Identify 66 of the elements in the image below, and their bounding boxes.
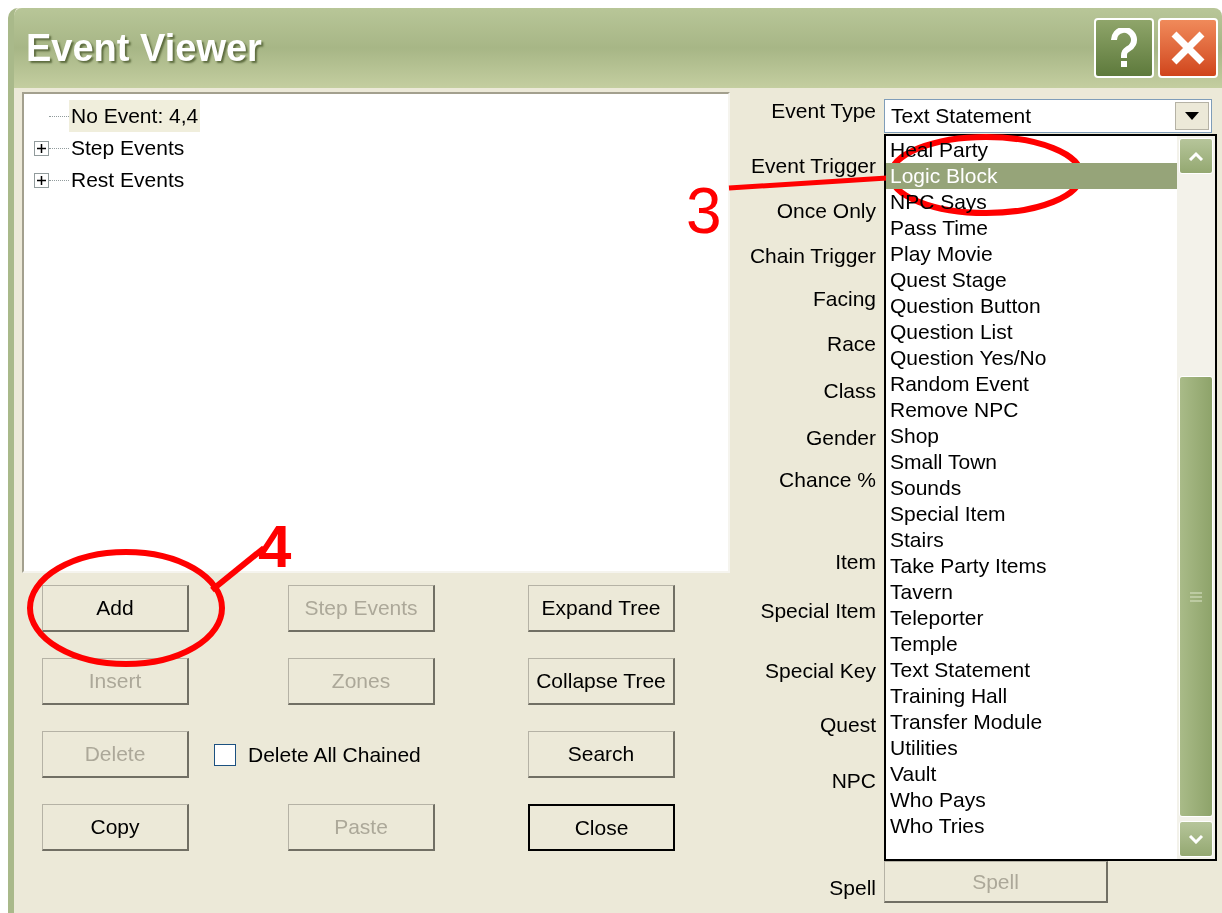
field-label: Once Only — [776, 199, 876, 223]
dropdown-option[interactable]: Random Event — [886, 371, 1177, 397]
action-button[interactable]: Expand Tree — [528, 585, 675, 632]
field-label: Special Key — [765, 659, 876, 683]
tree-item[interactable]: No Event: 4,4 — [69, 100, 201, 132]
field-label: Item — [835, 550, 876, 574]
dropdown-option[interactable]: Shop — [886, 423, 1177, 449]
help-button[interactable] — [1094, 18, 1154, 78]
dropdown-option[interactable]: Transfer Module — [886, 709, 1177, 735]
dropdown-option[interactable]: Take Party Items — [886, 553, 1177, 579]
dropdown-option[interactable]: Teleporter — [886, 605, 1177, 631]
dropdown-option[interactable]: Vault — [886, 761, 1177, 787]
dropdown-option[interactable]: Utilities — [886, 735, 1177, 761]
annotation-number: 4 — [258, 514, 292, 580]
event-type-dropdown[interactable]: Text Statement — [884, 99, 1212, 133]
annotation-number: 3 — [686, 176, 722, 246]
dropdown-option[interactable]: Stairs — [886, 527, 1177, 553]
scroll-up-button[interactable] — [1179, 138, 1213, 174]
dropdown-option[interactable]: Play Movie — [886, 241, 1177, 267]
checkbox[interactable] — [214, 743, 236, 766]
dropdown-option[interactable]: Sounds — [886, 475, 1177, 501]
field-label: NPC — [831, 769, 876, 793]
action-button[interactable]: Collapse Tree — [528, 658, 675, 705]
field-label: Chain Trigger — [749, 244, 876, 268]
field-label: Gender — [805, 426, 876, 450]
scroll-thumb[interactable] — [1179, 376, 1213, 817]
window-title: Event Viewer — [26, 25, 262, 71]
dropdown-option[interactable]: Small Town — [886, 449, 1177, 475]
dropdown-option[interactable]: Special Item — [886, 501, 1177, 527]
dropdown-option[interactable]: Question Button — [886, 293, 1177, 319]
action-button[interactable]: Copy — [42, 804, 189, 851]
chevron-up-icon — [1188, 151, 1204, 161]
chevron-down-icon — [1188, 834, 1204, 844]
close-icon — [1170, 30, 1206, 66]
dropdown-option[interactable]: Temple — [886, 631, 1177, 657]
field-label: Event Type — [771, 99, 876, 123]
dropdown-option[interactable]: Question List — [886, 319, 1177, 345]
dropdown-option[interactable]: Who Pays — [886, 787, 1177, 813]
dropdown-option[interactable]: Training Hall — [886, 683, 1177, 709]
close-button[interactable] — [1158, 18, 1218, 78]
expand-toggle-icon[interactable] — [34, 140, 49, 156]
action-button[interactable]: Add — [42, 585, 189, 632]
field-label: Special Item — [760, 599, 876, 623]
field-label: Race — [826, 332, 876, 356]
field-label: Class — [823, 379, 876, 403]
tree-item[interactable]: Step Events — [69, 132, 187, 164]
scrollbar[interactable] — [1177, 136, 1215, 859]
field-label: Event Trigger — [751, 154, 876, 178]
dropdown-option[interactable]: Text Statement — [886, 657, 1177, 683]
action-button[interactable]: Search — [528, 731, 675, 778]
field-label: Quest — [819, 713, 876, 737]
dropdown-option[interactable]: Quest Stage — [886, 267, 1177, 293]
dropdown-option[interactable]: Question Yes/No — [886, 345, 1177, 371]
field-label: Chance % — [779, 468, 876, 492]
field-label: Spell — [829, 876, 876, 900]
dropdown-option[interactable]: Tavern — [886, 579, 1177, 605]
question-mark-icon — [1110, 28, 1138, 68]
checkbox-label: Delete All Chained — [248, 741, 421, 768]
field-label: Facing — [812, 287, 876, 311]
tree-item[interactable]: Rest Events — [69, 164, 187, 196]
expand-toggle-icon[interactable] — [34, 172, 49, 188]
dropdown-option[interactable]: Pass Time — [886, 215, 1177, 241]
dropdown-option[interactable]: Remove NPC — [886, 397, 1177, 423]
scroll-down-button[interactable] — [1179, 821, 1213, 857]
dropdown-option[interactable]: Who Tries — [886, 813, 1177, 839]
action-button[interactable]: Close — [528, 804, 675, 851]
